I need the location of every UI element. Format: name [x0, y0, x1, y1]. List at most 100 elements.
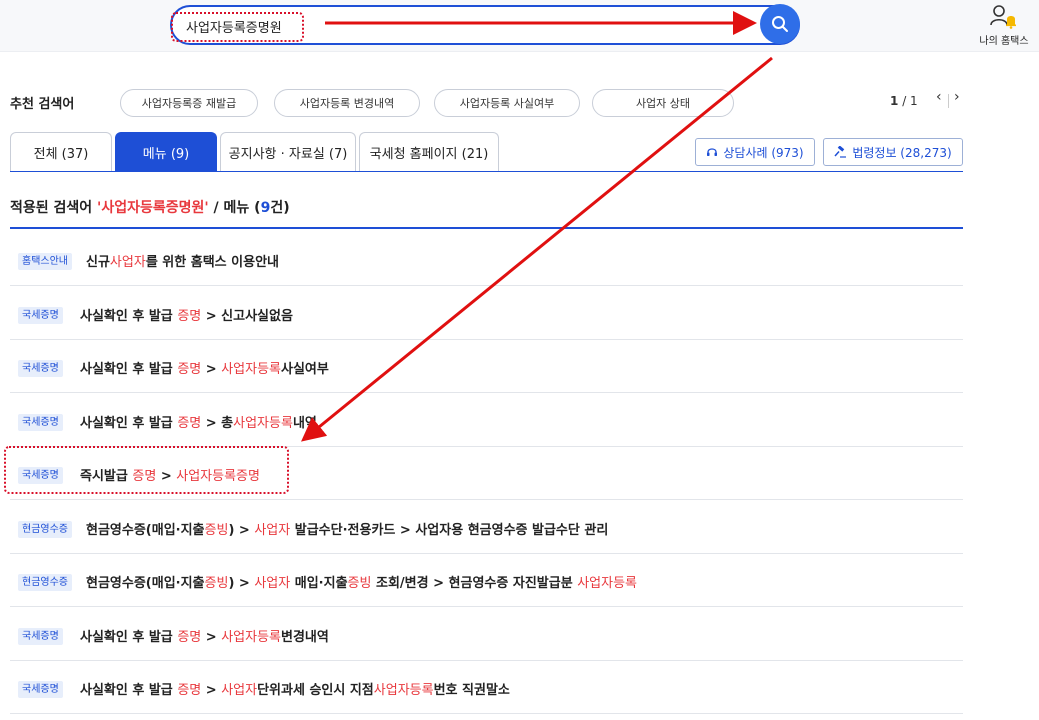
annotation-box-search — [171, 12, 304, 42]
highlighted-term: 사업자등록 — [233, 415, 293, 431]
title-text: 단위과세 승인시 지점 — [257, 683, 374, 698]
result-title-link[interactable]: 현금영수증(매입·지출증빙) > 사업자 매입·지출증빙 조회/변경 > 현금영… — [86, 572, 637, 591]
title-text: 조회/변경 > 현금영수증 자진발급분 — [371, 576, 578, 591]
highlighted-term: 사업자등록 — [221, 362, 281, 377]
law-info-button[interactable]: 법령정보 (28,273) — [823, 138, 963, 166]
highlighted-term: 증명 — [177, 683, 202, 698]
category-badge: 국세증명 — [18, 360, 63, 377]
law-info-label: 법령정보 (28,273) — [852, 145, 952, 160]
pager-prev[interactable]: ‹ — [936, 89, 942, 105]
title-text: 현금영수증(매입·지출 — [86, 522, 205, 538]
result-title-link[interactable]: 현금영수증(매입·지출증빙) > 사업자 발급수단·전용카드 > 사업자용 현금… — [86, 519, 608, 538]
title-text: > — [201, 362, 222, 377]
rec-chip-fact-check[interactable]: 사업자등록 사실여부 — [434, 89, 580, 117]
recommended-keywords: 추천 검색어 사업자등록증 재발급 사업자등록 변경내역 사업자등록 사실여부 … — [10, 88, 965, 117]
title-text: 발급수단·전용카드 > 사업자용 현금영수증 발급수단 관리 — [290, 522, 609, 538]
highlighted-term: 증빙 — [347, 576, 372, 591]
result-row[interactable]: 국세증명 사실확인 후 발급 증명 > 사업자등록변경내역 — [10, 608, 963, 661]
tab-underline — [10, 171, 963, 172]
tab-menu[interactable]: 메뉴 (9) — [115, 132, 217, 172]
title-text: 번호 직권말소 — [433, 683, 510, 698]
highlighted-term: 사업자 — [254, 522, 291, 538]
title-text: 현금영수증(매입·지출 — [86, 576, 205, 591]
title-text: 사실확인 후 발급 — [80, 629, 178, 645]
title-text: > — [201, 683, 222, 698]
title-text: ) > — [228, 576, 255, 591]
highlighted-term: 증빙 — [204, 576, 229, 591]
title-text: ) > — [228, 522, 255, 538]
title-text: 변경내역 — [281, 629, 329, 645]
tab-all[interactable]: 전체 (37) — [10, 132, 112, 172]
user-bell-icon — [990, 5, 1016, 29]
counsel-cases-button[interactable]: 상담사례 (973) — [695, 138, 815, 166]
search-icon — [772, 16, 788, 32]
pager-current: 1 — [890, 94, 899, 108]
header-bar: 나의 홈택스 — [0, 0, 1039, 52]
result-row[interactable]: 국세증명 사실확인 후 발급 증명 > 신고사실없음 — [10, 287, 963, 340]
title-text: 사실여부 — [281, 362, 329, 377]
title-text: 사실확인 후 발급 — [80, 683, 178, 698]
title-text: > 총 — [201, 415, 234, 431]
pager: 1 / 1 — [890, 94, 918, 108]
title-text: 매입·지출 — [290, 576, 348, 591]
my-hometax-label: 나의 홈택스 — [979, 36, 1029, 47]
recommended-title: 추천 검색어 — [10, 97, 75, 112]
title-text: 사실확인 후 발급 — [80, 415, 178, 431]
result-row[interactable]: 홈택스안내 신규사업자를 위한 홈택스 이용안내 — [10, 233, 963, 286]
highlighted-term: 사업자등록 — [577, 576, 637, 591]
gavel-icon — [834, 146, 847, 158]
pager-next[interactable]: › — [954, 89, 960, 105]
result-row[interactable]: 국세증명 사실확인 후 발급 증명 > 사업자단위과세 승인시 지점사업자등록번호… — [10, 661, 963, 714]
highlighted-term: 증빙 — [204, 522, 229, 538]
result-row[interactable]: 국세증명 사실확인 후 발급 증명 > 총사업자등록내역 — [10, 394, 963, 447]
category-badge: 현금영수증 — [18, 574, 72, 591]
applied-suffix: 건) — [270, 200, 290, 216]
category-badge: 홈택스안내 — [18, 253, 72, 270]
highlighted-term: 사업자 — [221, 683, 258, 698]
applied-prefix: 적용된 검색어 — [10, 200, 98, 216]
category-badge: 국세증명 — [18, 413, 63, 431]
category-badge: 국세증명 — [18, 681, 63, 698]
title-text: > 신고사실없음 — [201, 308, 293, 324]
result-title-link[interactable]: 사실확인 후 발급 증명 > 총사업자등록내역 — [80, 412, 317, 431]
rec-chip-reissue[interactable]: 사업자등록증 재발급 — [120, 89, 258, 117]
result-row[interactable]: 현금영수증 현금영수증(매입·지출증빙) > 사업자 발급수단·전용카드 > 사업… — [10, 501, 963, 554]
pager-total: / 1 — [902, 94, 918, 108]
rec-chip-status[interactable]: 사업자 상태 — [592, 89, 734, 117]
rec-chip-change-history[interactable]: 사업자등록 변경내역 — [274, 89, 420, 117]
title-text: 를 위한 홈택스 이용안내 — [145, 255, 279, 270]
highlighted-term: 증명 — [177, 629, 202, 645]
highlighted-term: 사업자 — [254, 576, 291, 591]
title-text: 사실확인 후 발급 — [80, 308, 178, 324]
result-title-link[interactable]: 사실확인 후 발급 증명 > 사업자등록사실여부 — [80, 358, 329, 377]
result-title-link[interactable]: 사실확인 후 발급 증명 > 사업자등록변경내역 — [80, 626, 329, 645]
annotation-box-result — [4, 446, 289, 494]
applied-keyword-heading: 적용된 검색어 '사업자등록증명원' / 메뉴 (9건) — [10, 197, 290, 217]
category-badge: 국세증명 — [18, 306, 63, 324]
search-button[interactable] — [760, 4, 800, 44]
highlighted-term: 사업자 — [109, 255, 146, 270]
highlighted-term: 증명 — [177, 308, 202, 324]
result-title-link[interactable]: 신규사업자를 위한 홈택스 이용안내 — [86, 251, 279, 270]
result-title-link[interactable]: 사실확인 후 발급 증명 > 신고사실없음 — [80, 305, 293, 324]
result-row[interactable]: 현금영수증 현금영수증(매입·지출증빙) > 사업자 매입·지출증빙 조회/변경 … — [10, 554, 963, 607]
highlighted-term: 증명 — [177, 415, 202, 431]
tab-nts-homepage[interactable]: 국세청 홈페이지 (21) — [359, 132, 499, 172]
applied-keyword: '사업자등록증명원' — [97, 200, 209, 216]
highlighted-term: 증명 — [177, 362, 202, 377]
result-title-link[interactable]: 사실확인 후 발급 증명 > 사업자단위과세 승인시 지점사업자등록번호 직권말… — [80, 679, 510, 698]
applied-divider — [10, 227, 963, 229]
category-badge: 현금영수증 — [18, 520, 72, 538]
my-hometax-button[interactable]: 나의 홈택스 — [972, 2, 1036, 50]
title-text: 사실확인 후 발급 — [80, 362, 178, 377]
result-row[interactable]: 국세증명 사실확인 후 발급 증명 > 사업자등록사실여부 — [10, 340, 963, 393]
title-text: 내역 — [292, 415, 317, 431]
title-text: 신규 — [86, 255, 110, 270]
tab-notice[interactable]: 공지사항 · 자료실 (7) — [220, 132, 356, 172]
headset-icon — [707, 148, 718, 156]
counsel-cases-label: 상담사례 (973) — [723, 145, 804, 160]
applied-count: 9 — [260, 200, 271, 216]
applied-mid: / 메뉴 ( — [208, 200, 261, 216]
pager-divider — [948, 94, 949, 108]
highlighted-term: 사업자등록 — [373, 683, 434, 698]
